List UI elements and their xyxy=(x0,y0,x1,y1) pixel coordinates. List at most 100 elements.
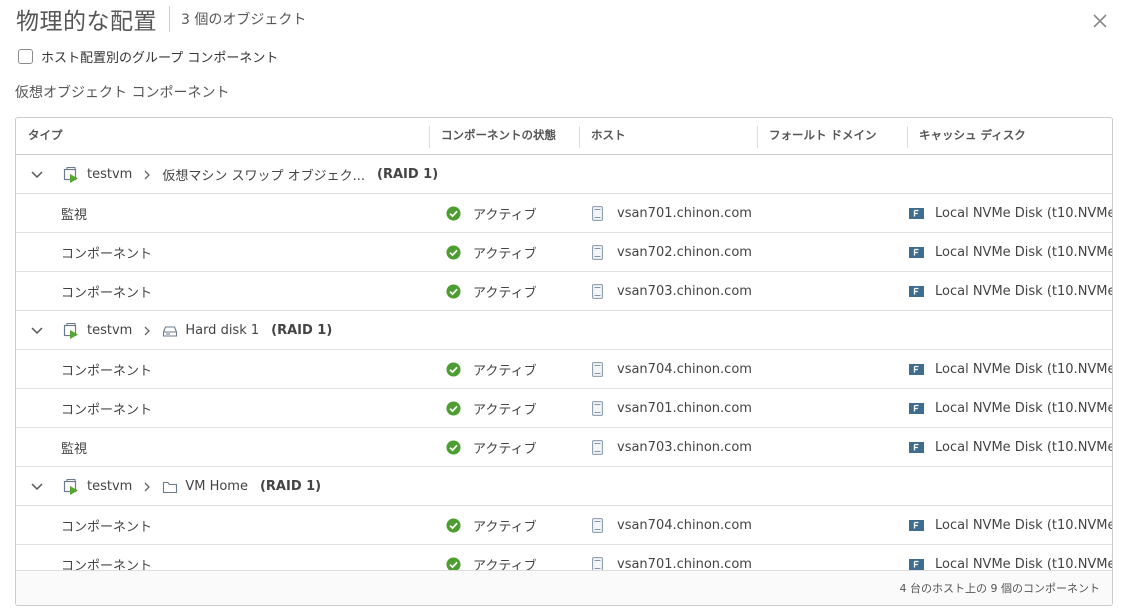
flash-disk-icon xyxy=(909,286,924,297)
column-resize-handle[interactable] xyxy=(579,126,580,148)
host-icon xyxy=(592,245,603,260)
raid-label: (RAID 1) xyxy=(271,323,333,338)
status-ok-icon xyxy=(446,245,461,260)
state-cell: アクティブ xyxy=(446,545,537,571)
cache-disk-cell: Local NVMe Disk (t10.NVMe_ xyxy=(909,272,1112,311)
object-group-row[interactable]: testvm Hard disk 1 (RAID 1) xyxy=(16,311,1112,350)
component-type: コンポーネント xyxy=(61,247,153,262)
title-separator xyxy=(169,6,170,32)
dialog-title: 物理的な配置 xyxy=(16,9,157,35)
grid-footer: 4 台のホスト上の 9 個のコンポーネント xyxy=(16,570,1112,605)
component-row[interactable]: コンポーネント アクティブ vsan704.chinon.com Local NVMe… xyxy=(16,350,1112,389)
cache-disk-cell: Local NVMe Disk (t10.NVMe_ xyxy=(909,389,1112,428)
flash-disk-icon xyxy=(909,403,924,414)
flash-disk-icon xyxy=(909,520,924,531)
column-resize-handle[interactable] xyxy=(907,126,908,148)
object-path: testvm VM Home (RAID 1) xyxy=(62,467,321,506)
status-ok-icon xyxy=(446,440,461,455)
column-resize-handle[interactable] xyxy=(757,126,758,148)
type-cell: コンポーネント xyxy=(61,545,152,571)
host-icon xyxy=(592,557,603,571)
vm-name: testvm xyxy=(87,479,133,494)
object-count: 3 個のオブジェクト xyxy=(181,12,307,28)
column-header-host[interactable]: ホスト xyxy=(579,118,626,155)
group-by-host-label: ホスト配置別のグループ コンポーネント xyxy=(41,51,279,66)
state-cell: アクティブ xyxy=(446,272,537,311)
close-icon[interactable] xyxy=(1090,11,1110,31)
column-header-state[interactable]: コンポーネントの状態 xyxy=(429,118,556,155)
flash-disk-icon xyxy=(909,208,924,219)
host-link[interactable]: vsan701.chinon.com xyxy=(617,557,752,571)
host-link[interactable]: vsan702.chinon.com xyxy=(617,245,752,260)
cache-disk-name: Local NVMe Disk (t10.NVMe_ xyxy=(935,362,1112,377)
chevron-right-icon xyxy=(144,326,151,335)
host-icon xyxy=(592,362,603,377)
state-cell: アクティブ xyxy=(446,389,537,428)
group-by-host-option[interactable]: ホスト配置別のグループ コンポーネント xyxy=(18,47,278,66)
group-by-host-checkbox[interactable] xyxy=(18,49,33,64)
column-header-fault-domain[interactable]: フォールト ドメイン xyxy=(757,118,877,155)
host-cell: vsan702.chinon.com xyxy=(592,233,752,272)
component-state: アクティブ xyxy=(473,208,537,223)
host-cell: vsan701.chinon.com xyxy=(592,545,752,571)
host-icon xyxy=(592,401,603,416)
chevron-down-icon[interactable] xyxy=(29,478,45,494)
state-cell: アクティブ xyxy=(446,428,537,467)
component-type: 監視 xyxy=(61,442,88,457)
state-cell: アクティブ xyxy=(446,194,537,233)
flash-disk-icon xyxy=(909,247,924,258)
raid-label: (RAID 1) xyxy=(377,167,439,182)
host-link[interactable]: vsan701.chinon.com xyxy=(617,401,752,416)
chevron-down-icon[interactable] xyxy=(29,166,45,182)
grid-body[interactable]: testvm 仮想マシン スワップ オブジェク... (RAID 1) 監視 アクティブ… xyxy=(16,155,1112,571)
flash-disk-icon xyxy=(909,559,924,570)
type-cell: コンポーネント xyxy=(61,233,152,272)
section-label: 仮想オブジェクト コンポーネント xyxy=(15,85,230,101)
status-ok-icon xyxy=(446,557,461,571)
vm-name: testvm xyxy=(87,167,133,182)
object-group-row[interactable]: testvm 仮想マシン スワップ オブジェク... (RAID 1) xyxy=(16,155,1112,194)
column-header-type[interactable]: タイプ xyxy=(16,118,63,155)
host-link[interactable]: vsan704.chinon.com xyxy=(617,518,752,533)
column-resize-handle[interactable] xyxy=(429,126,430,148)
component-state: アクティブ xyxy=(473,559,537,571)
type-cell: 監視 xyxy=(61,428,87,467)
host-cell: vsan703.chinon.com xyxy=(592,428,752,467)
object-group-row[interactable]: testvm VM Home (RAID 1) xyxy=(16,467,1112,506)
chevron-down-icon[interactable] xyxy=(29,322,45,338)
host-icon xyxy=(592,518,603,533)
host-link[interactable]: vsan704.chinon.com xyxy=(617,362,752,377)
component-state: アクティブ xyxy=(473,286,537,301)
host-link[interactable]: vsan703.chinon.com xyxy=(617,440,752,455)
chevron-right-icon xyxy=(144,170,151,179)
component-row[interactable]: 監視 アクティブ vsan703.chinon.com Local NVMe Disk… xyxy=(16,428,1112,467)
host-cell: vsan701.chinon.com xyxy=(592,389,752,428)
object-path: testvm Hard disk 1 (RAID 1) xyxy=(62,311,332,350)
component-type: コンポーネント xyxy=(61,559,153,571)
component-row[interactable]: 監視 アクティブ vsan701.chinon.com Local NVMe Disk… xyxy=(16,194,1112,233)
component-type: コンポーネント xyxy=(61,403,153,418)
flash-disk-icon xyxy=(909,442,924,453)
cache-disk-cell: Local NVMe Disk (t10.NVMe_ xyxy=(909,428,1112,467)
component-type: コンポーネント xyxy=(61,286,153,301)
column-header-cache-disk[interactable]: キャッシュ ディスク xyxy=(907,118,1026,155)
component-type: 監視 xyxy=(61,208,88,223)
status-ok-icon xyxy=(446,206,461,221)
raid-label: (RAID 1) xyxy=(259,479,322,494)
host-cell: vsan704.chinon.com xyxy=(592,350,752,389)
vm-name: testvm xyxy=(87,323,133,338)
component-row[interactable]: コンポーネント アクティブ vsan704.chinon.com Local NVMe… xyxy=(16,506,1112,545)
component-row[interactable]: コンポーネント アクティブ vsan701.chinon.com Local NVMe… xyxy=(16,545,1112,571)
host-cell: vsan703.chinon.com xyxy=(592,272,752,311)
state-cell: アクティブ xyxy=(446,233,537,272)
type-cell: コンポーネント xyxy=(61,350,152,389)
host-link[interactable]: vsan701.chinon.com xyxy=(617,206,752,221)
component-state: アクティブ xyxy=(473,442,537,457)
host-link[interactable]: vsan703.chinon.com xyxy=(617,284,752,299)
component-row[interactable]: コンポーネント アクティブ vsan701.chinon.com Local NVMe… xyxy=(16,389,1112,428)
flash-disk-icon xyxy=(909,364,924,375)
cache-disk-name: Local NVMe Disk (t10.NVMe_ xyxy=(935,518,1112,533)
cache-disk-name: Local NVMe Disk (t10.NVMe_ xyxy=(935,206,1112,221)
component-row[interactable]: コンポーネント アクティブ vsan702.chinon.com Local NVMe… xyxy=(16,233,1112,272)
component-row[interactable]: コンポーネント アクティブ vsan703.chinon.com Local NVMe… xyxy=(16,272,1112,311)
